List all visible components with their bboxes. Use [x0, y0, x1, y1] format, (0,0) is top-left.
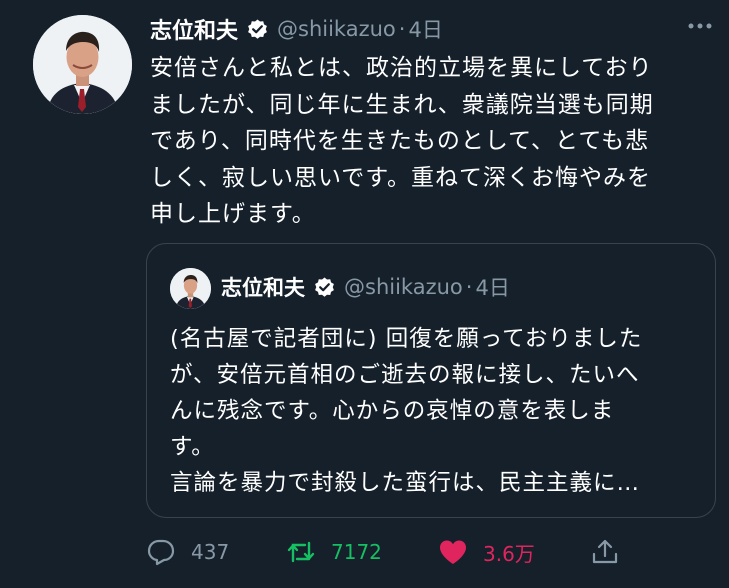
quoted-tweet-text: (名古屋で記者団に) 回復を願っておりました が、安倍元首相のご逝去の報に接し、…	[170, 321, 700, 501]
quoted-author-name: 志位和夫	[221, 276, 305, 300]
quoted-tweet-timestamp: 4日	[475, 276, 510, 300]
quoted-tweet-header: 志位和夫 @shiikazuo · 4日	[221, 272, 510, 302]
quoted-text-line: (名古屋で記者団に) 回復を願っておりました	[170, 326, 643, 352]
reply-icon	[147, 539, 175, 566]
tweet-text-line: しく、寂しい思いです。重ねて深くお悔やみを	[150, 164, 652, 191]
verified-badge-icon	[315, 276, 334, 297]
header-separator: ·	[398, 17, 406, 41]
reply-button[interactable]: 437	[146, 532, 229, 572]
quoted-header-separator: ·	[465, 275, 473, 299]
tweet-text-line: であり、同時代を生きたものとして、とても悲	[150, 128, 650, 154]
retweet-count: 7172	[331, 540, 382, 564]
tweet-text: 安倍さんと私とは、政治的立場を異にしており ましたが、同じ年に生まれ、衆議院当選…	[150, 50, 700, 233]
quoted-author-avatar	[170, 268, 211, 309]
quoted-tweet-card[interactable]: 志位和夫 @shiikazuo · 4日 (名古屋で記者団に) 回復を願っており…	[146, 243, 716, 518]
quoted-text-line: 言論を暴力で封殺した蛮行は、民主主義に…	[170, 470, 641, 496]
share-icon	[592, 539, 618, 564]
tweet-actions-bar: 437 7172 3.6万	[146, 532, 626, 572]
like-button[interactable]: 3.6万	[438, 532, 535, 572]
author-name[interactable]: 志位和夫	[150, 13, 238, 45]
reply-count: 437	[191, 540, 230, 564]
tweet-header: 志位和夫 @shiikazuo · 4日	[150, 12, 443, 46]
retweet-button[interactable]: 7172	[286, 532, 382, 572]
tweet-timestamp[interactable]: 4日	[408, 14, 442, 44]
tweet-text-line: ましたが、同じ年に生まれ、衆議院当選も同期	[150, 91, 654, 118]
more-options-icon[interactable]	[685, 16, 715, 36]
tweet-text-line: 安倍さんと私とは、政治的立場を異にしており	[150, 55, 653, 81]
retweet-icon	[287, 541, 315, 563]
like-count: 3.6万	[483, 541, 535, 566]
quoted-author-handle: @shiikazuo	[344, 275, 463, 299]
tweet-text-line: 申し上げます。	[150, 201, 316, 227]
heart-icon	[440, 540, 466, 564]
share-button[interactable]	[590, 532, 620, 572]
quoted-text-line: が、安倍元首相のご逝去の報に接し、たいへ	[170, 362, 640, 388]
quoted-text-line: んに残念です。心からの哀悼の意を表しま	[170, 398, 615, 424]
author-handle[interactable]: @shiikazuo	[277, 17, 396, 41]
quoted-text-line: す。	[170, 434, 215, 460]
verified-badge-icon	[248, 18, 267, 39]
author-avatar[interactable]	[33, 15, 132, 114]
